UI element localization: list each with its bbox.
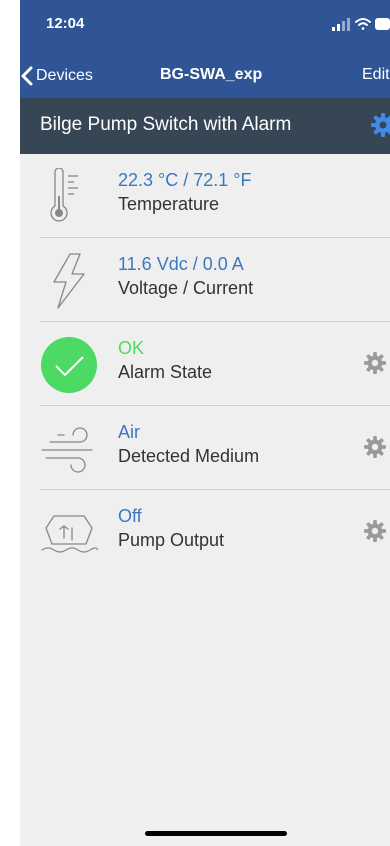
alarm-state-label: Alarm State (118, 362, 213, 382)
list-item-detected-medium[interactable]: Air Detected Medium (20, 406, 390, 490)
status-icons (332, 18, 390, 31)
home-indicator[interactable] (145, 831, 287, 836)
wind-icon (41, 427, 93, 473)
detected-medium-value: Air (118, 422, 140, 442)
thermometer-icon (50, 168, 78, 222)
nav-title: BG-SWA_exp (160, 66, 263, 83)
lightning-icon (53, 253, 85, 309)
back-label: Devices (36, 67, 93, 84)
device-header: Bilge Pump Switch with Alarm (20, 98, 390, 154)
temperature-label: Temperature (118, 194, 220, 214)
alarm-state-value: OK (118, 338, 145, 358)
gear-icon[interactable] (364, 436, 386, 458)
pump-output-value: Off (118, 506, 142, 526)
nav-bar: Devices BG-SWA_exp Edit (20, 54, 390, 98)
check-circle-icon (41, 337, 97, 393)
phone-screen: 12:04 Devices BG-SWA_exp Edit Bilge Pump… (20, 0, 390, 846)
temperature-value: 22.3 °C / 72.1 °F (118, 170, 252, 190)
detected-medium-label: Detected Medium (118, 446, 260, 466)
voltage-value: 11.6 Vdc / 0.0 A (118, 254, 244, 274)
pump-icon (41, 515, 98, 553)
gear-icon[interactable] (371, 113, 390, 137)
list-item-voltage[interactable]: 11.6 Vdc / 0.0 A Voltage / Current (20, 238, 390, 322)
list-item-alarm-state[interactable]: OK Alarm State (20, 322, 390, 406)
edit-button[interactable]: Edit (362, 66, 390, 84)
device-title: Bilge Pump Switch with Alarm (40, 114, 292, 135)
signal-icon (332, 18, 350, 31)
back-button[interactable]: Devices (20, 63, 93, 89)
status-time: 12:04 (46, 15, 85, 32)
chevron-left-icon (21, 66, 33, 86)
gear-icon[interactable] (364, 520, 386, 542)
pump-output-label: Pump Output (118, 530, 225, 550)
status-bar: 12:04 (20, 0, 390, 54)
gear-icon[interactable] (364, 352, 386, 374)
wifi-icon (355, 18, 371, 30)
list-item-temperature[interactable]: 22.3 °C / 72.1 °F Temperature (20, 154, 390, 238)
voltage-label: Voltage / Current (118, 278, 254, 298)
battery-icon (375, 18, 390, 30)
list-item-pump-output[interactable]: Off Pump Output (20, 490, 390, 574)
